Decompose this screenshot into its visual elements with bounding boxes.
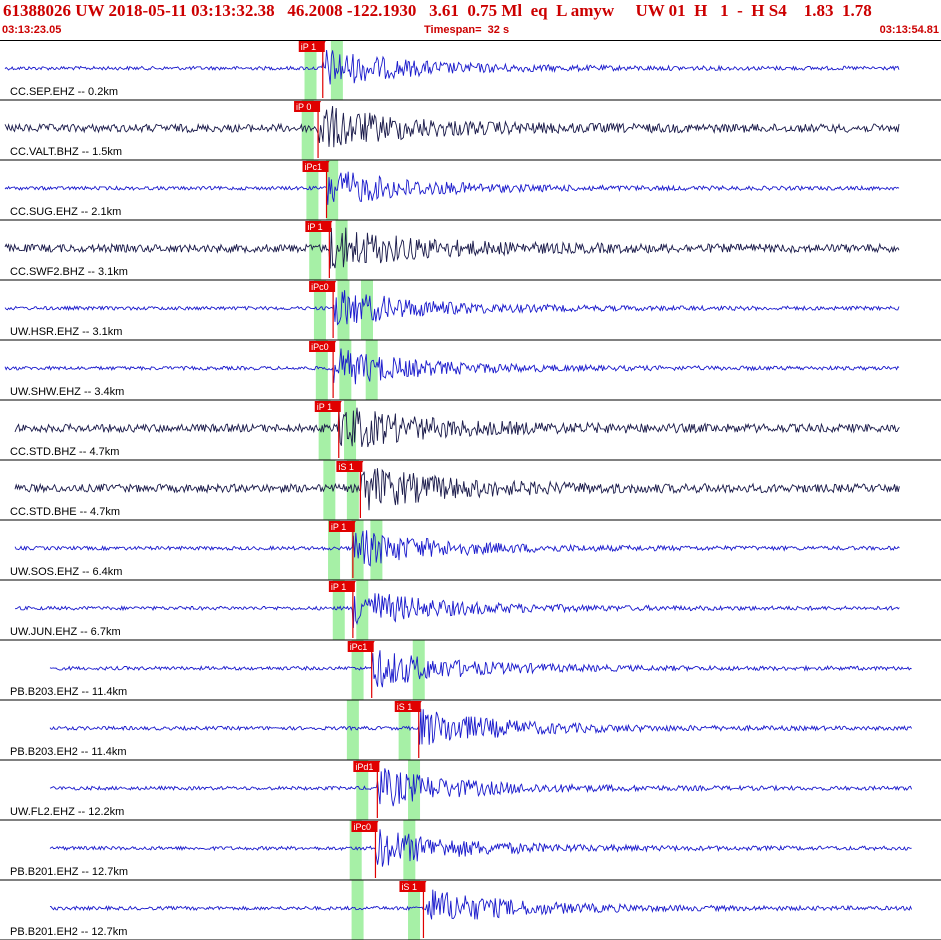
row-dividers (0, 40, 941, 940)
waveform-trace[interactable] (14, 530, 900, 567)
station-label: CC.VALT.BHZ -- 1.5km (10, 146, 122, 158)
pick-label: iPc0 (311, 282, 329, 292)
end-time-label: 03:13:54.81 (879, 24, 939, 36)
pick-label: iPd1 (355, 762, 373, 772)
analysis-window (412, 640, 425, 700)
waveform-trace[interactable] (15, 593, 900, 629)
trace-panel[interactable]: iP 1 iP 0 iPc1 iP 1 iPc0 iPc0 iP 1 iS 1 iP 1 iP 1… (0, 40, 941, 940)
station-label: PB.B201.EH2 -- 12.7km (10, 926, 127, 938)
waveform-trace[interactable] (14, 407, 900, 448)
station-label: PB.B203.EHZ -- 11.4km (10, 686, 127, 698)
pick-label: iP 1 (307, 222, 322, 232)
waveform-trace[interactable] (4, 171, 900, 205)
pick-label: iS 1 (338, 462, 354, 472)
station-label: UW.SOS.EHZ -- 6.4km (10, 566, 122, 578)
station-label: CC.SEP.EHZ -- 0.2km (10, 86, 118, 98)
pick-label: iP 1 (331, 522, 346, 532)
pick-label: iPc1 (350, 642, 368, 652)
waveform-trace[interactable] (14, 468, 900, 511)
station-label: UW.JUN.EHZ -- 6.7km (10, 626, 121, 638)
station-label: CC.STD.BHE -- 4.7km (10, 506, 120, 518)
station-label: PB.B203.EH2 -- 11.4km (10, 746, 127, 758)
waveform-trace[interactable] (4, 105, 900, 148)
station-label: UW.HSR.EHZ -- 3.1km (10, 326, 122, 338)
seismogram-viewer: 61388026 UW 2018-05-11 03:13:32.38 46.20… (0, 0, 941, 940)
pick-label: iPc1 (305, 162, 323, 172)
waveform-trace[interactable] (49, 650, 912, 688)
waveforms (4, 49, 913, 920)
timespan-label: Timespan= 32 s (424, 24, 510, 36)
waveform-trace[interactable] (49, 829, 912, 867)
pick-label: iP 0 (296, 102, 311, 112)
pick-label: iP 1 (317, 402, 332, 412)
pick-label: iPc0 (311, 342, 329, 352)
pick-label: iS 1 (397, 702, 413, 712)
analysis-window (408, 760, 421, 820)
event-header: 61388026 UW 2018-05-11 03:13:32.38 46.20… (0, 0, 941, 40)
waveform-trace[interactable] (49, 708, 912, 745)
station-label: PB.B201.EHZ -- 12.7km (10, 866, 128, 878)
start-time-label: 03:13:23.05 (2, 24, 62, 36)
event-summary-title: 61388026 UW 2018-05-11 03:13:32.38 46.20… (3, 1, 872, 20)
station-label: CC.SWF2.BHZ -- 3.1km (10, 266, 128, 278)
station-label: CC.SUG.EHZ -- 2.1km (10, 206, 121, 218)
waveform-trace[interactable] (4, 348, 900, 385)
pick-label: iS 1 (401, 882, 417, 892)
station-label: UW.FL2.EHZ -- 12.2km (10, 806, 124, 818)
waveform-trace[interactable] (49, 889, 913, 920)
pick-label: iP 1 (301, 42, 316, 52)
waveform-trace[interactable] (4, 227, 900, 269)
station-label: CC.STD.BHZ -- 4.7km (10, 446, 119, 458)
station-labels: CC.SEP.EHZ -- 0.2km CC.VALT.BHZ -- 1.5km C… (10, 86, 128, 938)
waveform-trace[interactable] (4, 290, 900, 326)
analysis-window (356, 580, 369, 640)
waveform-trace[interactable] (4, 49, 900, 85)
pick-label: iP 1 (331, 582, 346, 592)
waveform-trace[interactable] (49, 768, 913, 807)
pick-label: iPc0 (353, 822, 371, 832)
station-label: UW.SHW.EHZ -- 3.4km (10, 386, 124, 398)
